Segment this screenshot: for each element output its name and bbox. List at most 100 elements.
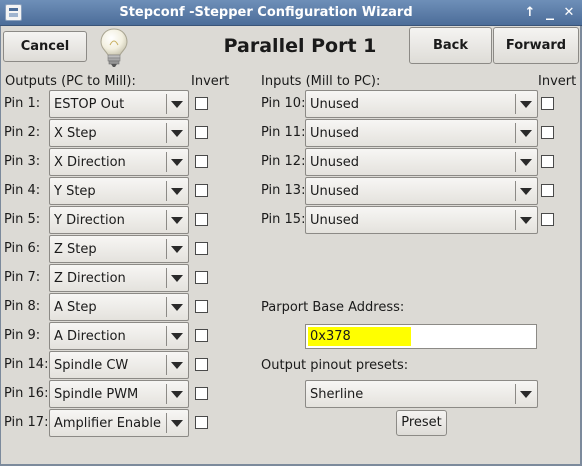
outputs-invert-checkbox[interactable]: [195, 155, 208, 168]
pin-function-value: Y Step: [54, 184, 96, 199]
inputs-pin-label: Pin 13:: [261, 183, 306, 198]
preset-button[interactable]: Preset: [396, 410, 447, 436]
outputs-pin-select[interactable]: Spindle PWM: [49, 380, 189, 408]
combo-separator: [515, 94, 516, 114]
pin-function-value: Unused: [310, 184, 360, 199]
chevron-down-icon: [171, 217, 183, 224]
combo-separator: [515, 181, 516, 201]
inputs-pin-select[interactable]: Unused: [305, 119, 538, 147]
outputs-pin-select[interactable]: X Direction: [49, 148, 189, 176]
minimize-icon[interactable]: _: [541, 2, 559, 20]
inputs-invert-checkbox[interactable]: [541, 184, 554, 197]
outputs-pin-select[interactable]: A Direction: [49, 322, 189, 350]
outputs-pin-label: Pin 14:: [4, 357, 49, 372]
outputs-pin-select[interactable]: ESTOP Out: [49, 90, 189, 118]
inputs-invert-checkbox[interactable]: [541, 155, 554, 168]
chevron-down-icon: [171, 246, 183, 253]
outputs-header: Outputs (PC to Mill):: [5, 74, 136, 89]
pin-function-value: Z Direction: [54, 271, 126, 286]
close-icon[interactable]: ✕: [560, 4, 578, 22]
outputs-pin-select[interactable]: Z Direction: [49, 264, 189, 292]
parport-address-input[interactable]: 0x378: [305, 324, 537, 349]
parport-address-value: 0x378: [310, 329, 351, 344]
outputs-pin-label: Pin 9:: [4, 328, 41, 343]
combo-separator: [166, 239, 167, 259]
pin-function-value: ESTOP Out: [54, 97, 125, 112]
pin-function-value: Spindle CW: [54, 358, 129, 373]
outputs-invert-checkbox[interactable]: [195, 271, 208, 284]
outputs-pin-label: Pin 16:: [4, 386, 49, 401]
inputs-pin-select[interactable]: Unused: [305, 206, 538, 234]
combo-separator: [166, 94, 167, 114]
inputs-invert-checkbox[interactable]: [541, 213, 554, 226]
pin-function-value: Unused: [310, 213, 360, 228]
chevron-down-icon: [171, 130, 183, 137]
combo-separator: [166, 181, 167, 201]
outputs-pin-select[interactable]: X Step: [49, 119, 189, 147]
inputs-pin-label: Pin 12:: [261, 154, 306, 169]
inputs-invert-checkbox[interactable]: [541, 97, 554, 110]
chevron-down-icon: [520, 130, 532, 137]
outputs-invert-checkbox[interactable]: [195, 97, 208, 110]
outputs-invert-checkbox[interactable]: [195, 329, 208, 342]
inputs-pin-select[interactable]: Unused: [305, 148, 538, 176]
outputs-invert-checkbox[interactable]: [195, 242, 208, 255]
outputs-invert-header: Invert: [191, 74, 230, 89]
chevron-down-icon: [520, 101, 532, 108]
outputs-pin-label: Pin 2:: [4, 125, 41, 140]
outputs-pin-select[interactable]: Spindle CW: [49, 351, 189, 379]
chevron-down-icon: [520, 217, 532, 224]
combo-separator: [166, 297, 167, 317]
outputs-pin-select[interactable]: Amplifier Enable: [49, 409, 189, 437]
outputs-invert-checkbox[interactable]: [195, 300, 208, 313]
preset-selected-value: Sherline: [310, 387, 364, 402]
inputs-invert-header: Invert: [538, 74, 577, 89]
presets-label: Output pinout presets:: [261, 358, 409, 373]
preset-select[interactable]: Sherline: [305, 380, 538, 408]
chevron-down-icon: [171, 333, 183, 340]
inputs-invert-checkbox[interactable]: [541, 126, 554, 139]
combo-separator: [515, 384, 516, 404]
collapse-icon[interactable]: ↑: [521, 4, 539, 22]
chevron-down-icon: [171, 188, 183, 195]
pin-function-value: A Step: [54, 300, 97, 315]
cancel-button[interactable]: Cancel: [3, 31, 87, 62]
outputs-invert-checkbox[interactable]: [195, 184, 208, 197]
inputs-pin-label: Pin 10:: [261, 96, 306, 111]
chevron-down-icon: [171, 159, 183, 166]
outputs-invert-checkbox[interactable]: [195, 126, 208, 139]
outputs-pin-label: Pin 3:: [4, 154, 41, 169]
combo-separator: [166, 355, 167, 375]
window-frame-left: [0, 26, 1, 466]
inputs-pin-select[interactable]: Unused: [305, 90, 538, 118]
combo-separator: [166, 384, 167, 404]
chevron-down-icon: [171, 101, 183, 108]
outputs-invert-checkbox[interactable]: [195, 213, 208, 226]
outputs-pin-label: Pin 6:: [4, 241, 41, 256]
outputs-pin-select[interactable]: A Step: [49, 293, 189, 321]
parport-address-label: Parport Base Address:: [261, 300, 405, 315]
title-bar[interactable]: Stepconf -Stepper Configuration Wizard ↑…: [0, 0, 582, 26]
pin-function-value: Z Step: [54, 242, 97, 257]
app-icon[interactable]: [5, 4, 22, 21]
inputs-pin-label: Pin 15:: [261, 212, 306, 227]
chevron-down-icon: [171, 391, 183, 398]
outputs-pin-label: Pin 5:: [4, 212, 41, 227]
outputs-invert-checkbox[interactable]: [195, 387, 208, 400]
chevron-down-icon: [171, 275, 183, 282]
inputs-pin-select[interactable]: Unused: [305, 177, 538, 205]
pin-function-value: A Direction: [54, 329, 126, 344]
outputs-pin-select[interactable]: Z Step: [49, 235, 189, 263]
outputs-invert-checkbox[interactable]: [195, 416, 208, 429]
outputs-pin-select[interactable]: Y Direction: [49, 206, 189, 234]
inputs-pin-label: Pin 11:: [261, 125, 306, 140]
outputs-pin-label: Pin 17:: [4, 415, 49, 430]
outputs-pin-select[interactable]: Y Step: [49, 177, 189, 205]
outputs-invert-checkbox[interactable]: [195, 358, 208, 371]
chevron-down-icon: [520, 188, 532, 195]
forward-button[interactable]: Forward: [493, 27, 579, 64]
pin-function-value: Unused: [310, 126, 360, 141]
back-button[interactable]: Back: [409, 27, 492, 64]
combo-separator: [166, 268, 167, 288]
pin-function-value: Amplifier Enable: [54, 416, 161, 431]
